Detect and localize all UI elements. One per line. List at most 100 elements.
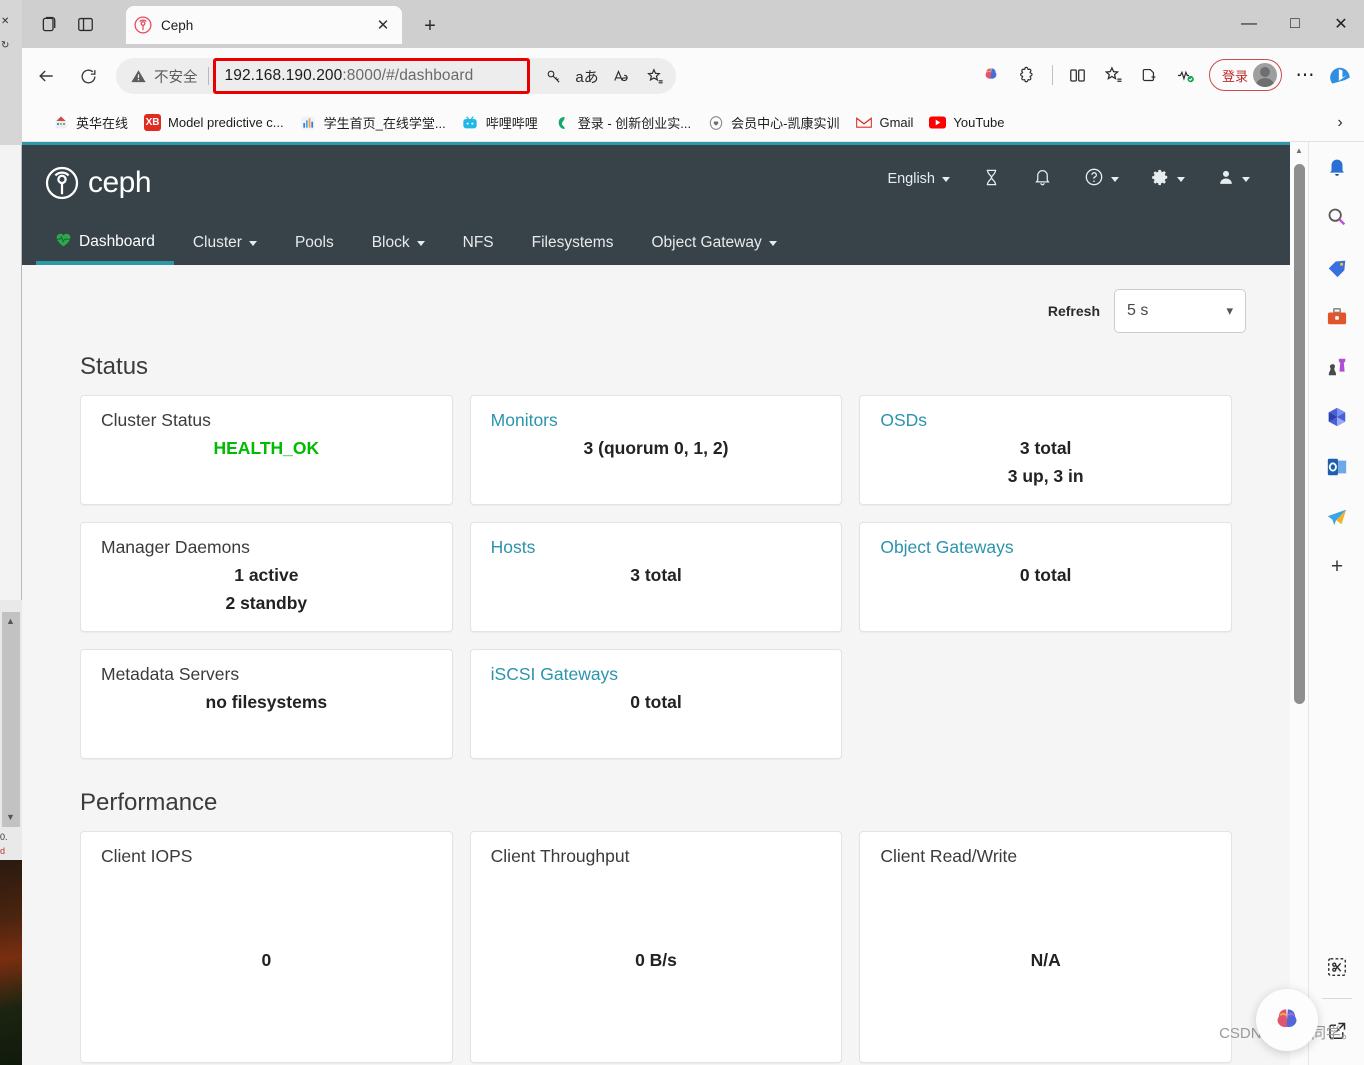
chevron-down-icon [942, 176, 950, 182]
minimize-button[interactable]: — [1226, 0, 1272, 48]
chevron-down-icon [768, 240, 777, 246]
notifications-button[interactable] [1017, 159, 1068, 199]
bookmark-label: 学生首页_在线学堂... [323, 116, 446, 131]
background-scroll-up-icon: ▲ [6, 616, 15, 626]
status-card-metadata-servers: Metadata Servers no filesystems [80, 649, 453, 759]
favorite-star-icon[interactable] [638, 60, 672, 92]
browser-tab[interactable]: Ceph ✕ [126, 6, 402, 44]
screenshot-icon[interactable] [1309, 942, 1364, 992]
tools-briefcase-icon[interactable] [1309, 292, 1364, 342]
card-title: Client IOPS [101, 846, 193, 866]
copilot-icon[interactable] [974, 58, 1008, 92]
split-screen-icon[interactable] [1061, 58, 1095, 92]
bookmark-item[interactable]: XB Model predictive c... [136, 111, 292, 134]
omnibox[interactable]: 不安全 192.168.190.200:8000/#/dashboard aあ [116, 58, 676, 94]
background-text-1: 0. [0, 832, 8, 842]
card-title-link[interactable]: iSCSI Gateways [491, 664, 822, 685]
bookmark-item[interactable]: 学生首页_在线学堂... [292, 110, 454, 135]
nav-item-filesystems[interactable]: Filesystems [513, 224, 633, 265]
nav-item-cluster[interactable]: Cluster [174, 224, 276, 265]
warning-triangle-icon [131, 69, 146, 82]
refresh-button[interactable] [70, 58, 106, 94]
back-button[interactable] [28, 58, 64, 94]
nav-item-block[interactable]: Block [353, 224, 444, 265]
bookmark-item[interactable]: YouTube [921, 111, 1012, 134]
security-warning[interactable]: 不安全 [130, 66, 198, 87]
bing-icon[interactable] [1324, 58, 1358, 92]
card-title-link[interactable]: Monitors [491, 410, 822, 431]
card-values: 0 total [491, 689, 822, 717]
bookmark-item[interactable]: 哔哩哔哩 [454, 110, 546, 135]
telegram-icon[interactable] [1309, 492, 1364, 542]
microsoft-365-icon[interactable] [1309, 392, 1364, 442]
games-icon[interactable] [1309, 342, 1364, 392]
scrollbar-thumb[interactable] [1294, 164, 1305, 704]
url-field[interactable]: 192.168.190.200:8000/#/dashboard [212, 58, 530, 94]
security-label: 不安全 [154, 69, 198, 86]
heartbeat-icon [55, 232, 72, 252]
user-menu[interactable] [1201, 159, 1266, 199]
notifications-bell-icon[interactable] [1309, 142, 1364, 192]
yinghua-icon [52, 114, 69, 131]
window-close-button[interactable]: ✕ [1318, 0, 1364, 48]
status-section-title: Status [80, 353, 149, 380]
ceph-dashboard: ceph English Dashboard Cluster Pools Blo… [22, 142, 1290, 1065]
collections-icon[interactable] [1133, 58, 1167, 92]
close-icon[interactable]: ✕ [372, 14, 394, 36]
key-icon[interactable] [536, 60, 570, 92]
help-menu[interactable] [1068, 159, 1135, 199]
copilot-bubble[interactable] [1256, 989, 1318, 1051]
browser-essentials-icon[interactable] [1169, 58, 1203, 92]
background-window-scrollbar [2, 612, 20, 827]
refresh-interval-select[interactable]: 5 s ▾ [1114, 289, 1246, 333]
read-aloud-icon[interactable] [604, 60, 638, 92]
bookmark-item[interactable]: Gmail [847, 111, 921, 134]
refresh-interval-value: 5 s [1127, 302, 1149, 319]
ceph-favicon [134, 16, 152, 34]
extensions-icon[interactable] [1010, 58, 1044, 92]
settings-and-more-icon[interactable]: ⋯ [1288, 58, 1322, 92]
bookmark-label: Gmail [879, 115, 914, 130]
bookmark-item[interactable]: 会员中心-凯康实训 [699, 110, 847, 135]
nav-item-dashboard[interactable]: Dashboard [36, 222, 174, 265]
page-vertical-scrollbar[interactable]: ▲ [1290, 142, 1308, 1065]
scroll-up-icon[interactable]: ▲ [1295, 146, 1303, 155]
card-title-link[interactable]: Object Gateways [880, 537, 1211, 558]
ceph-logo[interactable]: ceph [44, 165, 152, 201]
settings-menu[interactable] [1135, 159, 1201, 199]
search-icon[interactable] [1309, 192, 1364, 242]
nav-item-object-gateway[interactable]: Object Gateway [632, 224, 795, 265]
shopping-tag-icon[interactable] [1309, 242, 1364, 292]
bookmark-item[interactable]: 登录 - 创新创业实... [546, 110, 699, 135]
tab-actions-icon[interactable] [72, 12, 98, 36]
nav-item-pools[interactable]: Pools [276, 224, 353, 265]
tasks-button[interactable] [966, 159, 1017, 199]
translate-icon[interactable]: aあ [570, 60, 604, 92]
card-title: Cluster Status [101, 410, 211, 430]
card-title: Client Throughput [490, 846, 630, 866]
bookmark-item[interactable]: 英华在线 [44, 110, 136, 135]
sign-in-button[interactable]: 登录 [1208, 59, 1282, 91]
outlook-icon[interactable] [1309, 442, 1364, 492]
bookmarks-overflow-icon[interactable]: › [1330, 113, 1350, 133]
background-scroll-down-icon: ▼ [6, 812, 15, 822]
card-value: 0 [261, 950, 272, 970]
new-tab-button[interactable]: + [418, 14, 442, 38]
ceph-brand-text: ceph [88, 166, 152, 199]
language-selector[interactable]: English [871, 159, 966, 199]
favorites-icon[interactable] [1097, 58, 1131, 92]
status-card-grid: Cluster Status HEALTH_OK Monitors 3 (quo… [66, 395, 1246, 759]
chevron-down-icon [1177, 176, 1185, 182]
card-value: 3 (quorum 0, 1, 2) [583, 438, 729, 458]
performance-card-client-throughput: Client Throughput 0 B/s [469, 831, 843, 1063]
card-values: no filesystems [101, 689, 432, 717]
maximize-button[interactable]: □ [1272, 0, 1318, 48]
tab-groups-icon[interactable] [36, 12, 62, 36]
nav-item-nfs[interactable]: NFS [444, 224, 513, 265]
toolbar-divider [1051, 65, 1053, 85]
status-card-monitors: Monitors 3 (quorum 0, 1, 2) [469, 395, 843, 505]
browser-toolbar-right: 登录 ⋯ [974, 58, 1358, 92]
card-title-link[interactable]: Hosts [491, 537, 822, 558]
card-title-link[interactable]: OSDs [880, 410, 1211, 431]
add-sidebar-icon[interactable]: + [1309, 542, 1364, 592]
